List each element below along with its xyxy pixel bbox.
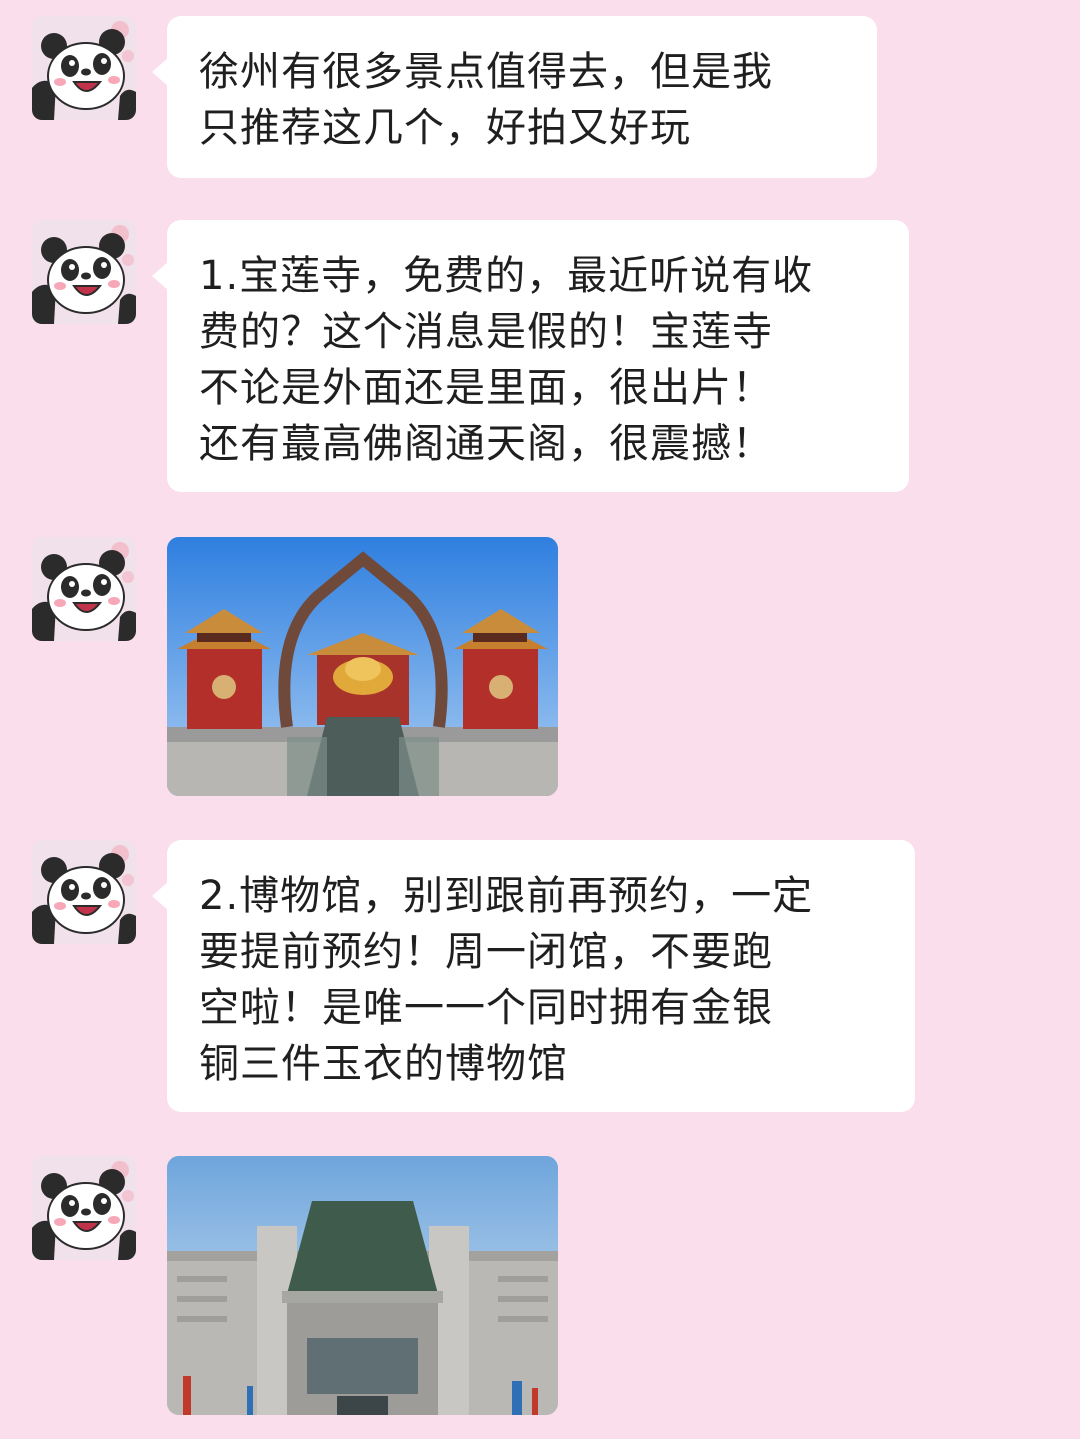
panda-avatar-icon (32, 840, 136, 944)
sender-avatar[interactable] (32, 1156, 136, 1260)
panda-avatar-icon (32, 220, 136, 324)
panda-avatar-icon (32, 16, 136, 120)
sender-avatar[interactable] (32, 16, 136, 120)
message-bubble[interactable]: 1.宝莲寺，免费的，最近听说有收 费的？这个消息是假的！宝莲寺 不论是外面还是里… (152, 220, 909, 492)
panda-avatar-icon (32, 537, 136, 641)
sender-avatar[interactable] (32, 840, 136, 944)
message-text: 2.博物馆，别到跟前再预约，一定 要提前预约！周一闭馆，不要跑 空啦！是唯一一个… (199, 873, 814, 1087)
sender-avatar[interactable] (32, 537, 136, 641)
message-bubble[interactable]: 2.博物馆，别到跟前再预约，一定 要提前预约！周一闭馆，不要跑 空啦！是唯一一个… (152, 840, 915, 1112)
message-bubble[interactable]: 徐州有很多景点值得去，但是我 只推荐这几个，好拍又好玩 (152, 16, 877, 178)
museum-building-photo[interactable] (167, 1156, 558, 1415)
sender-avatar[interactable] (32, 220, 136, 324)
panda-avatar-icon (32, 1156, 136, 1260)
message-text: 1.宝莲寺，免费的，最近听说有收 费的？这个消息是假的！宝莲寺 不论是外面还是里… (199, 253, 814, 467)
temple-gate-image (167, 537, 558, 796)
museum-building-image (167, 1156, 558, 1415)
temple-gate-photo[interactable] (167, 537, 558, 796)
message-text: 徐州有很多景点值得去，但是我 只推荐这几个，好拍又好玩 (199, 49, 773, 151)
